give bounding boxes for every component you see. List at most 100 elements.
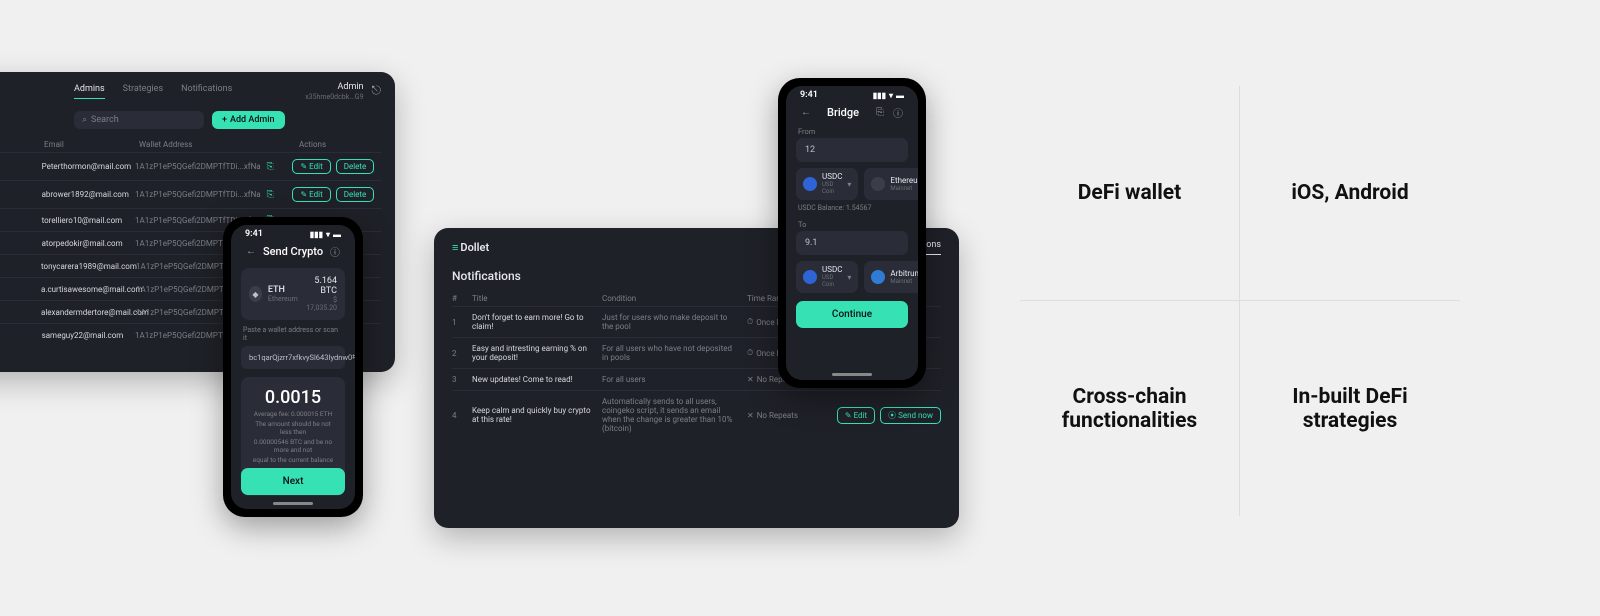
- cell-wallet: 1A1zP1eP5QGefi2DMPTfTDi...xfNa⎘: [135, 190, 292, 200]
- arbitrum-icon: [871, 270, 885, 284]
- cell-cond: Automatically sends to all users, coinge…: [602, 397, 747, 433]
- th-actions: Actions: [299, 140, 379, 149]
- to-token-select[interactable]: USDCUSD Coin ▾: [796, 261, 858, 293]
- feature-strategies: In-built DeFi strategies: [1240, 301, 1460, 516]
- th-wallet: Wallet Address: [139, 140, 299, 149]
- to-label: To: [786, 216, 918, 231]
- send-button[interactable]: ⦿ Send now: [880, 407, 941, 424]
- feature-cross-chain: Cross-chain functionalities: [1020, 301, 1240, 516]
- back-icon[interactable]: ←: [245, 246, 257, 258]
- time-icon: ✕: [747, 375, 754, 384]
- history-icon[interactable]: ⎘: [874, 107, 886, 119]
- cell-actions: ✎ Edit ⦿ Send now: [837, 407, 941, 424]
- cell-wallet: 1A1zP1eP5QGefi2DMPTfTDi...xfNa⎘: [135, 162, 292, 172]
- next-button[interactable]: Next: [241, 468, 345, 495]
- cell-title: Keep calm and quickly buy crypto at this…: [472, 406, 602, 424]
- search-input[interactable]: ⌕Search: [74, 111, 204, 129]
- cell-actions: ✎ Edit Delete: [292, 187, 381, 202]
- edit-button[interactable]: ✎ Edit: [837, 407, 875, 424]
- from-input[interactable]: 12: [796, 138, 908, 162]
- cell-num: 1: [452, 318, 472, 327]
- paste-hint: Paste a wallet address or scan it: [231, 326, 355, 346]
- screen-title: Send Crypto: [263, 245, 323, 258]
- continue-button[interactable]: Continue: [796, 301, 908, 328]
- th-num: #: [452, 294, 472, 303]
- tab-admins[interactable]: Admins: [74, 84, 105, 99]
- cell-num: 3: [452, 375, 472, 384]
- delete-button[interactable]: Delete: [336, 159, 375, 174]
- token-sym: USDC: [822, 266, 842, 274]
- to-chain-select[interactable]: ArbitrumMainnet ▾: [864, 261, 918, 293]
- asset-usd: $ 17,035.20: [304, 296, 337, 312]
- token-name: USD Coin: [822, 181, 842, 195]
- cell-num: 4: [452, 411, 472, 420]
- token-name: USD Coin: [822, 274, 842, 288]
- usdc-icon: [803, 177, 817, 191]
- user-address: x35hme0dcbk...G9: [305, 93, 363, 101]
- usdc-icon: [803, 270, 817, 284]
- home-indicator: [832, 373, 872, 376]
- plus-icon: +: [222, 115, 227, 125]
- search-icon: ⌕: [82, 115, 87, 125]
- cell-email: atorpedokir@mail.com: [42, 239, 135, 248]
- feature-defi-wallet: DeFi wallet: [1020, 86, 1240, 301]
- edit-button[interactable]: ✎ Edit: [292, 159, 330, 174]
- brand-logo: ≡Dollet: [452, 241, 489, 254]
- from-label: From: [786, 123, 918, 138]
- tab-notifications[interactable]: Notifications: [181, 84, 232, 99]
- avg-fee: Average fee: 0.000015 ETH: [251, 410, 335, 418]
- cell-num: 2: [452, 349, 472, 358]
- info-icon[interactable]: ⓘ: [329, 246, 341, 258]
- asset-symbol: ETH: [268, 285, 298, 295]
- cell-actions: ✎ Edit Delete: [292, 159, 381, 174]
- chain-name: Mainnet: [890, 278, 918, 285]
- cell-email: alexandermdertore@mail.com: [41, 308, 136, 317]
- asset-card[interactable]: ◆ ETH Ethereum 5.164 BTC $ 17,035.20: [241, 268, 345, 320]
- time-icon: ⏱: [747, 348, 753, 358]
- brand-name: Dollet: [460, 241, 489, 254]
- th-cond: Condition: [602, 294, 747, 303]
- cell-title: Don't forget to earn more! Go to claim!: [472, 313, 602, 331]
- add-admin-button[interactable]: +Add Admin: [212, 111, 285, 129]
- delete-button[interactable]: Delete: [336, 187, 375, 202]
- cell-email: tonycarera1989@mail.com: [41, 262, 136, 271]
- asset-balance: 5.164 BTC: [304, 276, 337, 296]
- scan-icon[interactable]: ⌗: [352, 352, 355, 363]
- table-row: abrower1892@mail.com1A1zP1eP5QGefi2DMPTf…: [0, 180, 381, 208]
- chain-name: Mainnet: [890, 185, 918, 192]
- copy-icon[interactable]: ⎘: [267, 162, 274, 172]
- cell-email: torelliero10@mail.com: [42, 216, 135, 225]
- status-icons: ▮▮▮▾▬: [310, 230, 341, 239]
- address-input[interactable]: bc1qarQjzrr7xfkvySl643Iydnw0 ⌗: [241, 346, 345, 369]
- token-sym: USDC: [822, 173, 842, 181]
- cell-time: ✕ No Repeats: [747, 411, 817, 420]
- eth-icon: [871, 177, 885, 191]
- status-time: 9:41: [245, 229, 263, 239]
- from-chain-select[interactable]: EthereumMainnet ▾: [864, 168, 918, 200]
- copy-icon[interactable]: ⎘: [267, 190, 274, 200]
- chain-sym: Arbitrum: [890, 270, 918, 278]
- feature-platforms: iOS, Android: [1240, 86, 1460, 301]
- from-token-select[interactable]: USDCUSD Coin ▾: [796, 168, 858, 200]
- amount-value[interactable]: 0.0015: [251, 387, 335, 408]
- th-name: Name: [0, 140, 44, 149]
- time-icon: ⏱: [747, 317, 753, 327]
- current-user: Admin x35hme0dcbk...G9 ⎋: [305, 82, 381, 101]
- rule1: The amount should be not less then: [251, 420, 335, 436]
- phone-send-crypto: 9:41 ▮▮▮▾▬ ← Send Crypto ⓘ ◆ ETH Ethereum…: [223, 217, 363, 517]
- address-value: bc1qarQjzrr7xfkvySl643Iydnw0: [249, 353, 352, 362]
- time-icon: ✕: [747, 411, 754, 420]
- add-admin-label: Add Admin: [230, 115, 275, 125]
- to-input[interactable]: 9.1: [796, 231, 908, 255]
- info-icon[interactable]: ⓘ: [892, 107, 904, 119]
- edit-button[interactable]: ✎ Edit: [292, 187, 330, 202]
- chain-sym: Ethereum: [890, 177, 918, 185]
- logout-icon[interactable]: ⎋: [372, 83, 382, 98]
- balance-label: USDC Balance: 1.54567: [786, 200, 918, 216]
- back-icon[interactable]: ←: [800, 107, 812, 119]
- tab-strategies[interactable]: Strategies: [123, 84, 163, 99]
- cell-name: ring: [0, 239, 42, 248]
- cell-cond: For all users: [602, 375, 747, 384]
- th-email: Email: [44, 140, 139, 149]
- rule3: equal to the current balance: [251, 456, 335, 464]
